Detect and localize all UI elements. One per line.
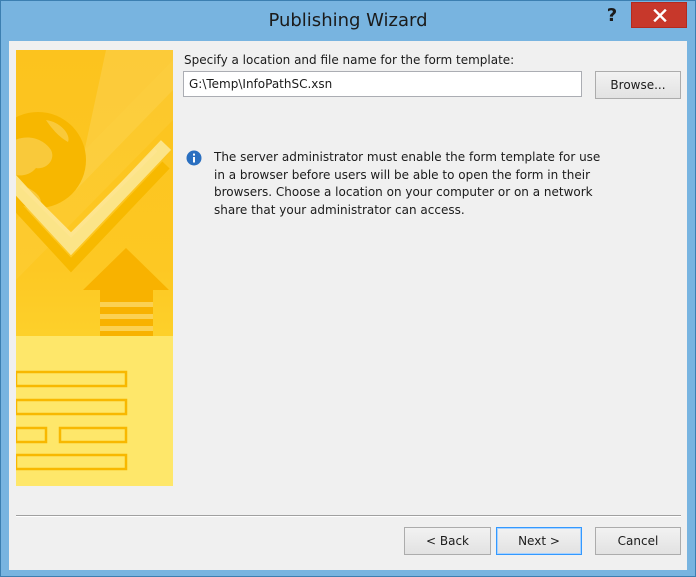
next-button[interactable]: Next > [496,527,582,555]
browse-button[interactable]: Browse... [595,71,681,99]
help-button[interactable]: ? [599,5,625,27]
close-button[interactable] [631,2,687,28]
back-button[interactable]: < Back [404,527,491,555]
cancel-button[interactable]: Cancel [595,527,681,555]
wizard-banner-image [16,50,173,486]
file-path-input[interactable] [183,71,582,97]
banner-graphic [16,50,173,486]
footer-separator [16,515,681,517]
title-bar[interactable]: Publishing Wizard ? [1,1,695,41]
location-prompt-label: Specify a location and file name for the… [184,53,515,67]
close-icon [653,9,667,22]
wizard-client-area: Specify a location and file name for the… [9,41,687,570]
info-icon [186,150,202,166]
window-title: Publishing Wizard [268,10,428,31]
info-message: The server administrator must enable the… [214,150,601,217]
publishing-wizard-window: Publishing Wizard ? Specify a location a… [0,0,696,577]
